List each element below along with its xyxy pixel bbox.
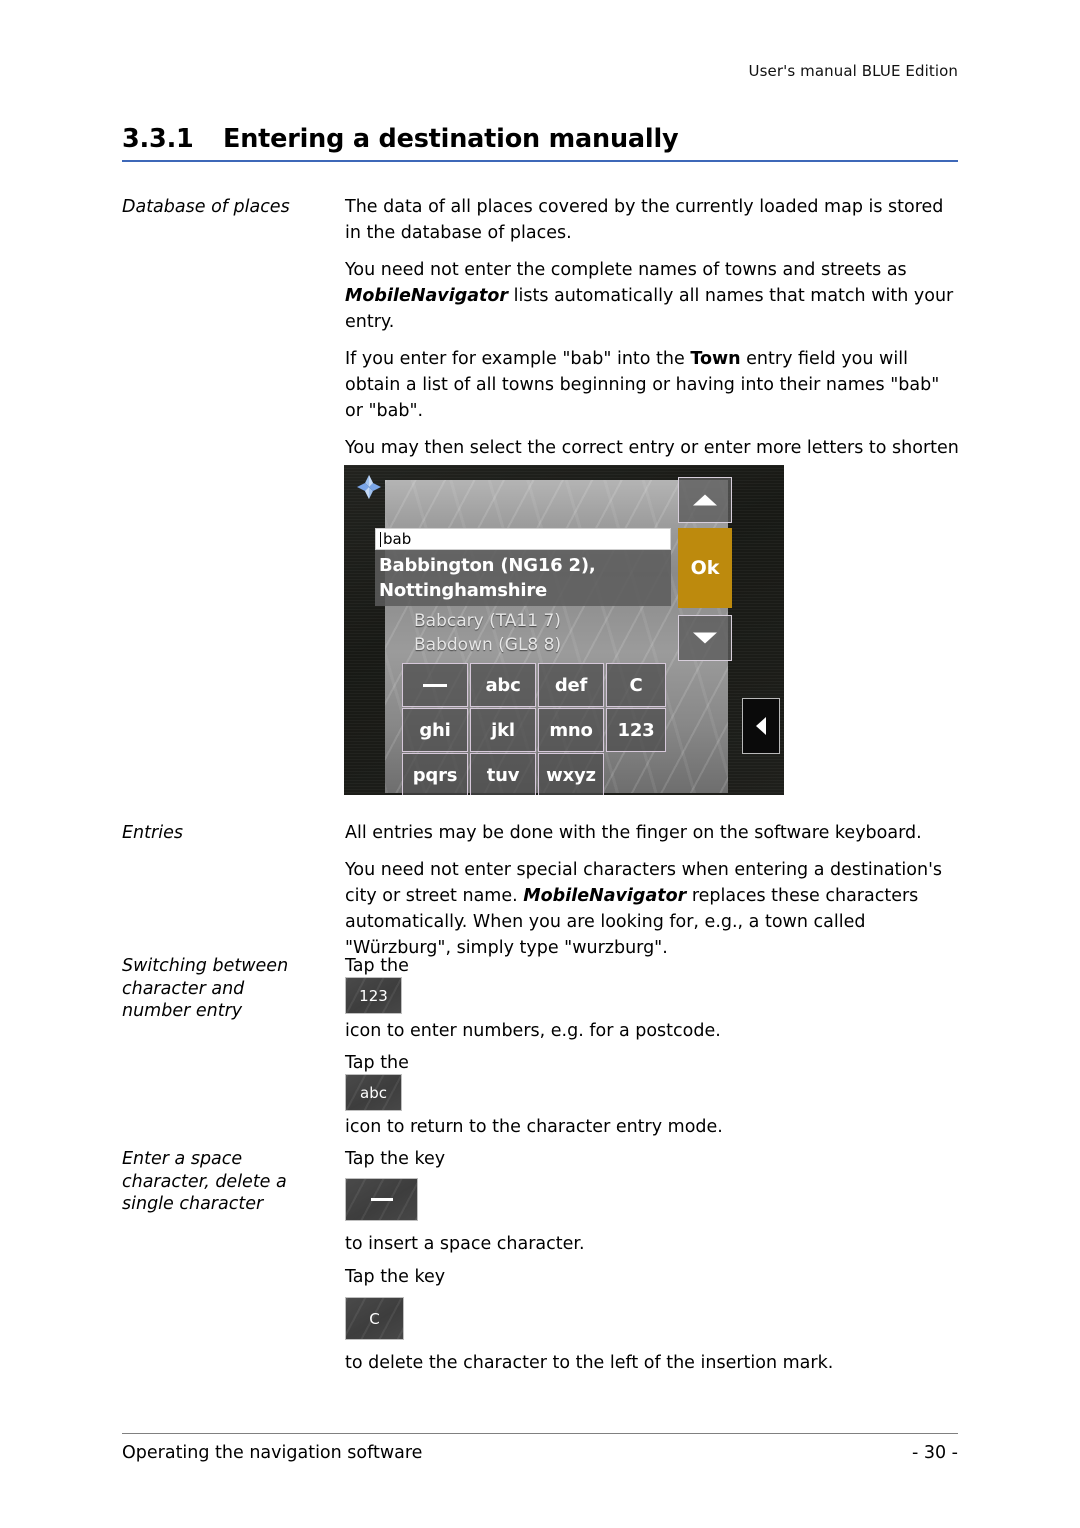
scroll-up-button[interactable] <box>678 477 732 523</box>
product-name: MobileNavigator <box>523 886 687 906</box>
selected-result[interactable]: Babbington (NG16 2), Nottinghamshire <box>375 550 671 606</box>
keyboard-row: pqrs tuv wxyz <box>402 753 672 795</box>
key-pqrs[interactable]: pqrs <box>402 753 468 795</box>
marginal-label-entries: Entries <box>122 823 183 843</box>
paragraph-text: If you enter for example "bab" into the <box>345 349 691 369</box>
body-tap-the-2: Tap the <box>345 1050 962 1076</box>
marginal-label-line: Enter a space <box>122 1149 243 1169</box>
back-button[interactable] <box>742 698 780 754</box>
result-list: Babcary (TA11 7) Babdown (GL8 8) <box>414 609 684 657</box>
key-space-icon <box>345 1178 418 1221</box>
marginal-label-switching: Switching between character and number e… <box>122 955 340 1023</box>
paragraph: You need not enter the complete names of… <box>345 257 962 335</box>
device-screenshot-figure: bab Babbington (NG16 2), Nottinghamshire… <box>344 465 784 795</box>
heading-rule <box>122 160 958 162</box>
ok-button[interactable]: Ok <box>678 528 732 608</box>
underscore-icon <box>370 1198 393 1201</box>
key-abc-icon: abc <box>345 1074 402 1111</box>
body-database-of-places: The data of all places covered by the cu… <box>345 194 962 487</box>
compass-arrow-icon <box>357 475 381 499</box>
list-item[interactable]: Babcary (TA11 7) <box>414 609 684 633</box>
marginal-label-line: character and <box>122 978 245 999</box>
key-jkl[interactable]: jkl <box>470 708 536 752</box>
selected-result-line2: Nottinghamshire <box>379 580 548 601</box>
key-space[interactable] <box>402 663 468 707</box>
triangle-up-icon <box>693 494 717 506</box>
keyboard-row: abc def C <box>402 663 672 708</box>
paragraph: The data of all places covered by the cu… <box>345 197 944 243</box>
footer-chapter: Operating the navigation software <box>122 1443 423 1463</box>
paragraph: Tap the key <box>345 1149 446 1169</box>
body-after-abc: icon to return to the character entry mo… <box>345 1114 962 1140</box>
search-input[interactable]: bab <box>375 528 671 550</box>
keyboard-row: ghi jkl mno 123 <box>402 708 672 753</box>
footer-rule <box>122 1433 958 1434</box>
list-item[interactable]: Babdown (GL8 8) <box>414 633 684 657</box>
marginal-label-database-of-places: Database of places <box>122 197 290 217</box>
paragraph: to delete the character to the left of t… <box>345 1353 834 1373</box>
key-def[interactable]: def <box>538 663 604 707</box>
software-keyboard: abc def C ghi jkl mno 123 pqrs tuv wxyz <box>402 663 672 795</box>
marginal-label-line: character, delete a <box>122 1171 287 1192</box>
paragraph: Tap the <box>345 956 409 976</box>
key-clear-icon: C <box>345 1297 404 1340</box>
paragraph: You need not enter special characters wh… <box>345 857 962 961</box>
paragraph: Tap the key <box>345 1267 446 1287</box>
selected-result-line1: Babbington (NG16 2), <box>379 555 596 576</box>
marginal-label-space-delete: Enter a space character, delete a single… <box>122 1148 340 1216</box>
field-name: Town <box>690 349 741 369</box>
body-after-123: icon to enter numbers, e.g. for a postco… <box>345 1018 962 1044</box>
triangle-left-icon <box>756 717 766 735</box>
body-after-space: to insert a space character. <box>345 1231 962 1257</box>
paragraph: icon to enter numbers, e.g. for a postco… <box>345 1021 721 1041</box>
marginal-label-line: single character <box>122 1194 264 1215</box>
paragraph: If you enter for example "bab" into the … <box>345 346 962 424</box>
body-entries: All entries may be done with the finger … <box>345 820 962 961</box>
key-ghi[interactable]: ghi <box>402 708 468 752</box>
key-mno[interactable]: mno <box>538 708 604 752</box>
running-head: User's manual BLUE Edition <box>748 62 958 80</box>
document-page: User's manual BLUE Edition 3.3.1 Enterin… <box>0 0 1080 1528</box>
body-after-c: to delete the character to the left of t… <box>345 1350 962 1376</box>
section-heading: 3.3.1 Entering a destination manually <box>122 124 958 162</box>
key-123[interactable]: 123 <box>606 708 666 752</box>
paragraph: icon to return to the character entry mo… <box>345 1117 723 1137</box>
marginal-label-line: number entry <box>122 1001 243 1022</box>
triangle-down-icon <box>693 632 717 644</box>
scroll-down-button[interactable] <box>678 615 732 661</box>
key-tuv[interactable]: tuv <box>470 753 536 795</box>
body-tap-key-1: Tap the key <box>345 1146 962 1172</box>
page-number: - 30 - <box>911 1443 958 1463</box>
product-name: MobileNavigator <box>345 286 509 306</box>
paragraph: to insert a space character. <box>345 1234 585 1254</box>
paragraph-text: You need not enter the complete names of… <box>345 260 907 280</box>
section-number: 3.3.1 <box>122 124 194 154</box>
underscore-icon <box>423 683 447 687</box>
body-switching-intro: Tap the <box>345 953 962 979</box>
key-clear[interactable]: C <box>606 663 666 707</box>
key-123-icon: 123 <box>345 977 402 1014</box>
body-tap-key-2: Tap the key <box>345 1264 962 1290</box>
key-abc[interactable]: abc <box>470 663 536 707</box>
paragraph: Tap the <box>345 1053 409 1073</box>
marginal-label-line: Switching between <box>122 956 289 976</box>
key-wxyz[interactable]: wxyz <box>538 753 604 795</box>
page-title: Entering a destination manually <box>223 124 679 154</box>
paragraph: All entries may be done with the finger … <box>345 823 922 843</box>
